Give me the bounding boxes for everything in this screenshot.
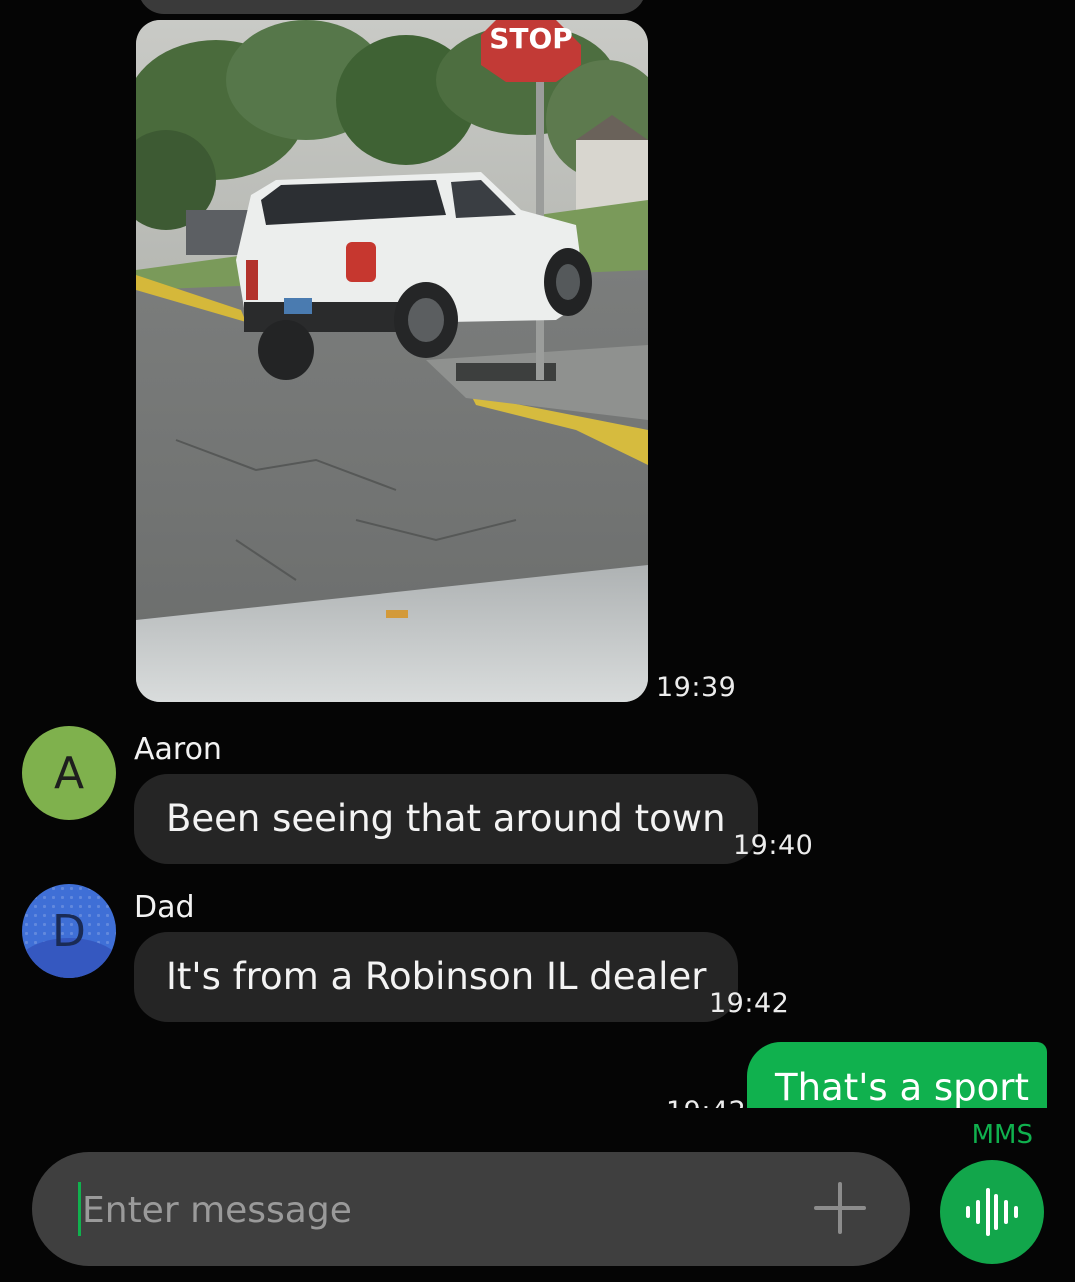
avatar-letter: A [53, 747, 85, 799]
incoming-message-bubble[interactable]: It's from a Robinson IL dealer [134, 932, 739, 1022]
avatar-letter: D [52, 905, 86, 957]
message-time: 19:40 [733, 830, 814, 861]
photo-image: STOP [136, 20, 648, 702]
sender-name: Aaron [134, 732, 222, 767]
message-time: 19:42 [666, 1096, 746, 1108]
voice-waveform-icon [966, 1188, 1018, 1236]
avatar[interactable]: D [22, 884, 116, 978]
stop-sign-text: STOP [489, 22, 573, 55]
photo-message[interactable]: STOP [136, 20, 648, 702]
mms-indicator: MMS [971, 1120, 1033, 1150]
message-thread[interactable]: STOP 19:39 A Aaron Been seeing that arou… [0, 0, 1075, 1108]
message-composer[interactable] [32, 1152, 910, 1266]
message-input[interactable] [80, 1172, 784, 1248]
previous-message-bubble[interactable] [138, 0, 646, 14]
message-time: 19:42 [709, 988, 790, 1019]
outgoing-message-bubble[interactable]: That's a sport [747, 1042, 1047, 1108]
plus-icon[interactable] [812, 1180, 868, 1236]
sender-name: Dad [134, 890, 195, 925]
message-time: 19:39 [656, 672, 737, 703]
incoming-message-bubble[interactable]: Been seeing that around town [134, 774, 758, 864]
avatar[interactable]: A [22, 726, 116, 820]
voice-record-button[interactable] [940, 1160, 1044, 1264]
